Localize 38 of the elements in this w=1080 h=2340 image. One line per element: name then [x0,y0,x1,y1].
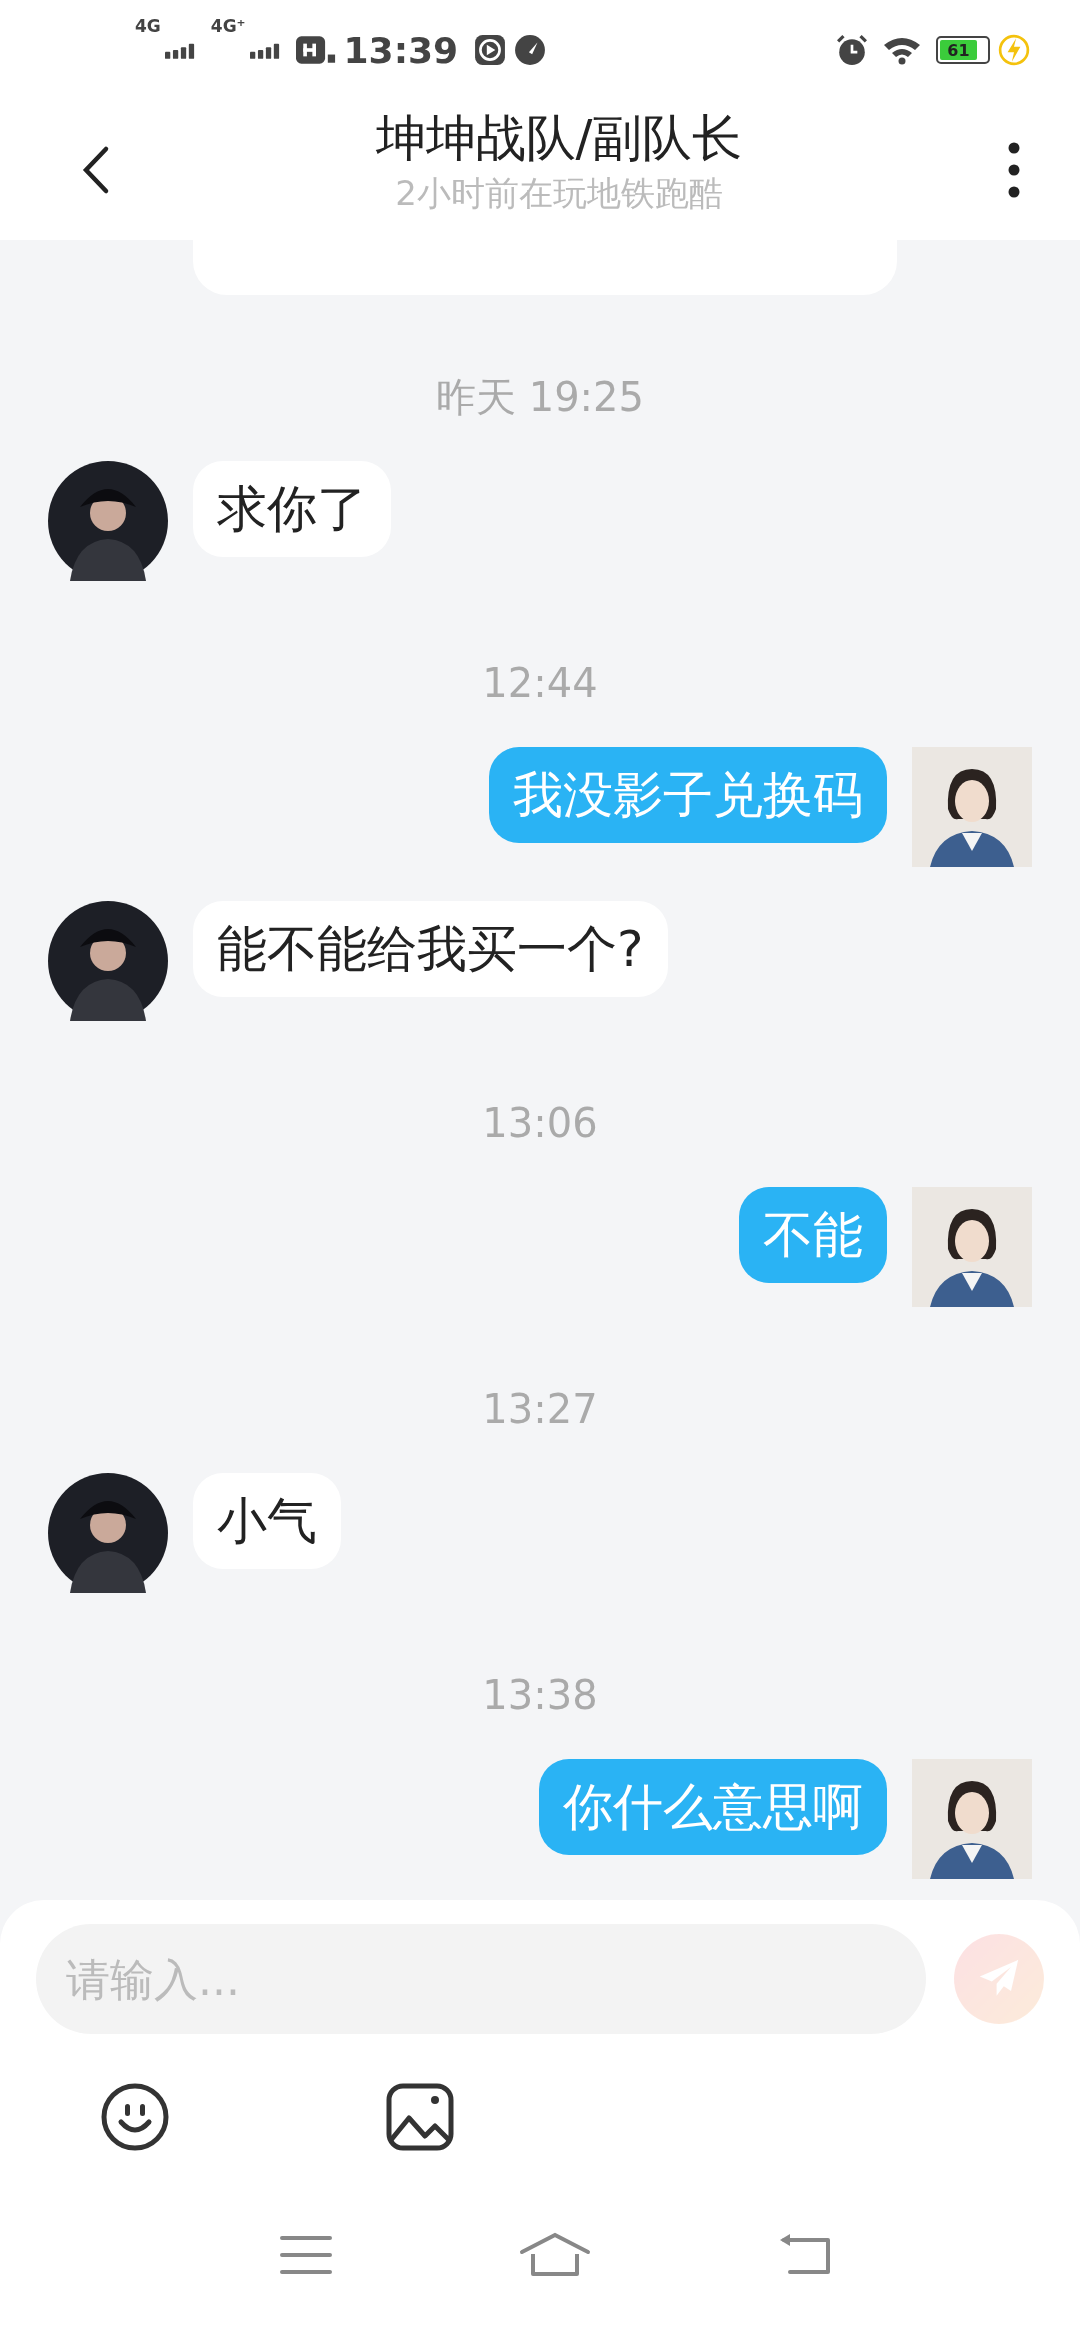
timestamp: 12:44 [482,659,598,708]
sent-message: 我没影子兑换码 [489,747,887,843]
timestamp: 昨天 19:25 [436,373,644,422]
received-message: 能不能给我买一个? [193,901,668,997]
avatar[interactable] [912,747,1032,867]
avatar[interactable] [48,901,168,1021]
signal-icon [164,41,195,59]
avatar[interactable] [48,461,168,581]
timestamp: 13:38 [482,1671,598,1720]
timestamp: 13:06 [482,1099,598,1148]
avatar[interactable] [912,1187,1032,1307]
received-message: 小气 [193,1473,341,1569]
signal-indicator: 4G [135,15,161,36]
speedometer-icon [514,34,547,66]
image-icon[interactable] [385,2082,455,2152]
signal-icon [249,41,280,59]
message-input[interactable]: 请输入... [36,1924,926,2034]
activity-status: 2小时前在玩地铁跑酷 [395,172,723,215]
avatar[interactable] [912,1759,1032,1879]
more-icon[interactable] [1008,142,1020,198]
menu-icon[interactable] [280,2234,332,2276]
alarm-icon [836,34,868,66]
charging-icon [998,34,1030,66]
back-icon[interactable] [80,145,110,195]
emoji-icon[interactable] [100,2082,170,2152]
play-icon [474,34,507,66]
received-message: 求你了 [193,461,391,557]
timestamp: 13:27 [482,1385,598,1434]
status-time: 13:39 [343,29,459,71]
battery-icon: 61 [936,36,990,64]
signal-indicator: 4G⁺ [210,15,246,36]
wifi-icon [882,35,922,65]
avatar[interactable] [48,1473,168,1593]
sent-message: 不能 [739,1187,887,1283]
sent-message: 你什么意思啊 [539,1759,887,1855]
chat-title: 坤坤战队/副队长 [375,108,743,169]
home-icon[interactable] [519,2232,591,2278]
hd-icon [295,36,336,64]
